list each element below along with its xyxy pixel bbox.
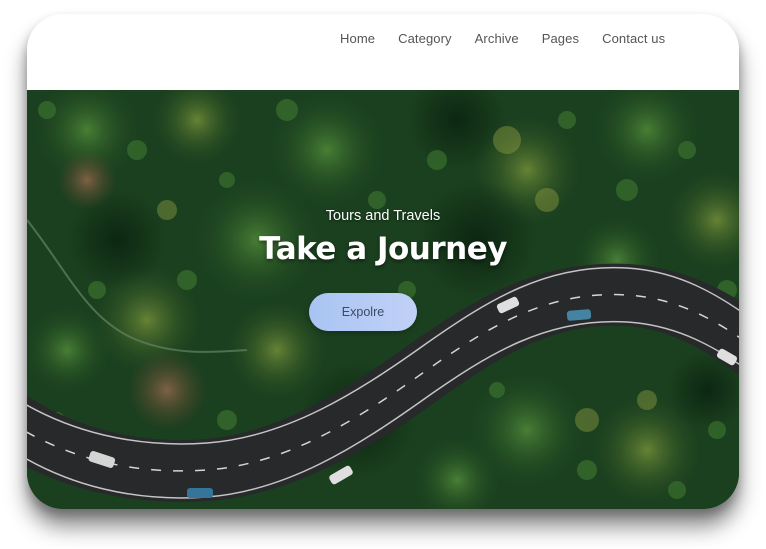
hero-title: Take a Journey bbox=[259, 231, 507, 267]
nav-item-category[interactable]: Category bbox=[398, 31, 452, 46]
nav-item-contact[interactable]: Contact us bbox=[602, 31, 665, 46]
nav-item-pages[interactable]: Pages bbox=[542, 31, 579, 46]
browser-frame: Home Category Archive Pages Contact us T… bbox=[27, 14, 739, 509]
nav-menu: Home Category Archive Pages Contact us bbox=[340, 31, 665, 46]
hero-section: Tours and Travels Take a Journey Expolre bbox=[27, 90, 739, 509]
nav-item-archive[interactable]: Archive bbox=[475, 31, 519, 46]
nav-item-home[interactable]: Home bbox=[340, 31, 375, 46]
hero-subtitle: Tours and Travels bbox=[325, 208, 441, 224]
top-navigation: Home Category Archive Pages Contact us bbox=[27, 14, 739, 90]
explore-button[interactable]: Expolre bbox=[309, 293, 417, 331]
